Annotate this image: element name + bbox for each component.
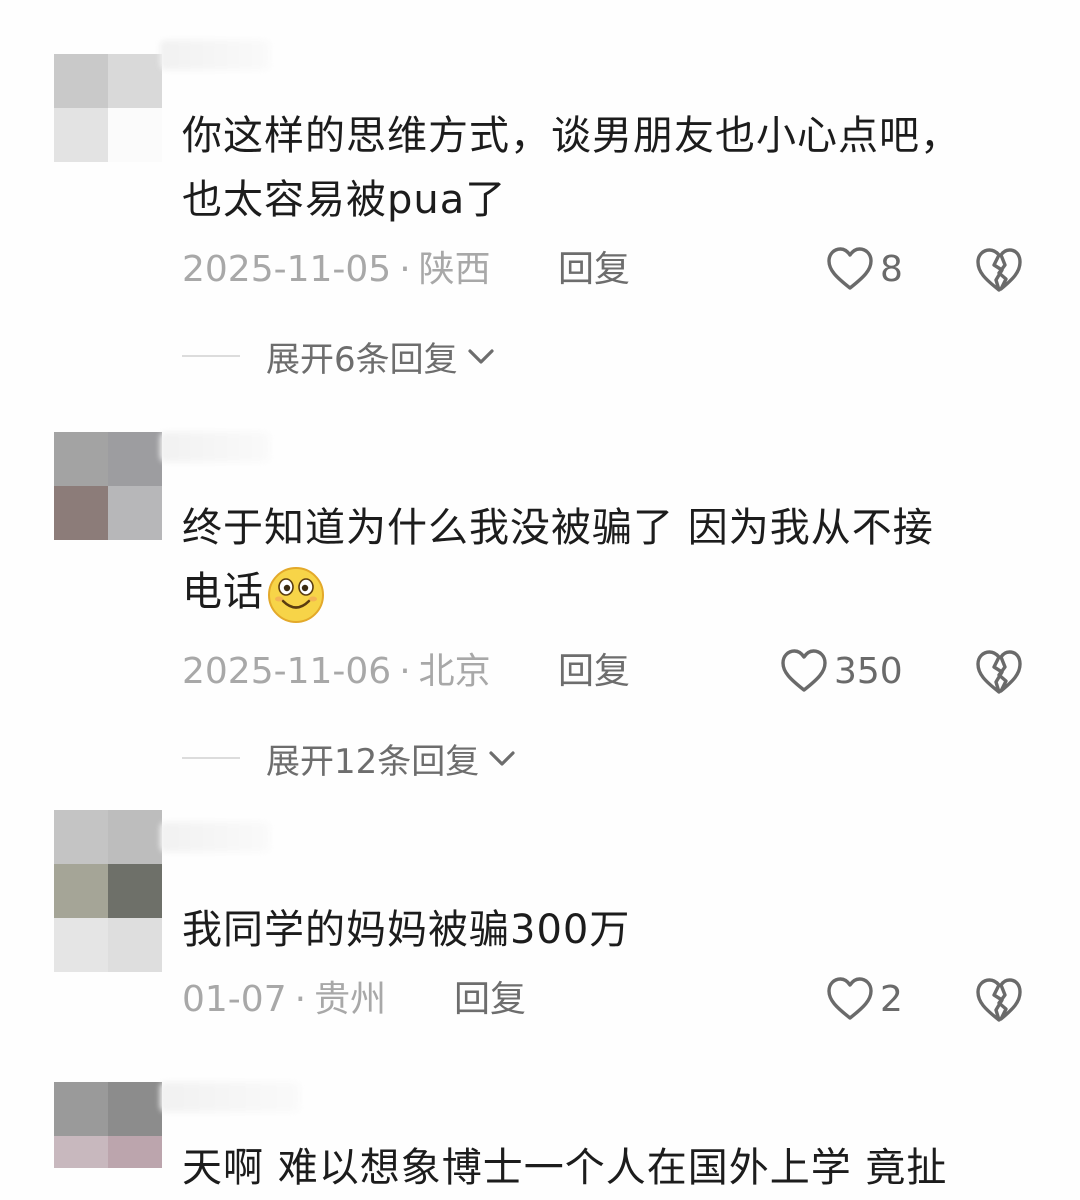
reply-button[interactable]: 回复 [558,650,630,694]
like-button[interactable]: 350 [780,648,903,694]
expand-replies[interactable]: 展开12条回复 [182,736,517,782]
chevron-down-icon [468,349,494,364]
divider-line [182,355,240,357]
avatar[interactable] [54,810,162,972]
like-count: 2 [880,978,903,1020]
dislike-button[interactable] [974,648,1024,700]
chevron-down-icon [489,751,515,766]
heart-outline-icon [827,977,873,1020]
comment-text: 你这样的思维方式，谈男朋友也小心点吧， 也太容易被pua了 [182,113,961,223]
comment-meta: 2025-11-06 · 北京 回复 [182,650,631,694]
username-blurred[interactable] [160,1082,300,1112]
like-button[interactable]: 2 [826,976,903,1022]
username-blurred[interactable] [160,40,270,70]
reply-button[interactable]: 回复 [558,248,630,292]
comment-location: 陕西 [418,249,491,290]
broken-heart-icon [976,650,1022,694]
divider-line [182,757,240,759]
avatar[interactable] [54,1082,162,1168]
avatar[interactable] [54,54,162,162]
heart-outline-icon [827,247,873,290]
comment-date: 2025-11-05 [182,249,392,290]
expand-label: 展开12条回复 [266,741,480,782]
comment-meta: 01-07 · 贵州 回复 [182,978,527,1022]
comment-text: 天啊 难以想象博士一个人在国外上学 竟扯 [182,1145,948,1191]
avatar[interactable] [54,432,162,540]
smile-emoji-icon [268,567,324,623]
like-button[interactable]: 8 [826,246,903,292]
comment-date: 2025-11-06 [182,651,392,692]
dislike-button[interactable] [974,976,1024,1028]
dislike-button[interactable] [974,246,1024,298]
broken-heart-icon [976,978,1022,1022]
comment-date: 01-07 [182,979,287,1020]
heart-outline-icon [781,649,827,692]
comment-text: 终于知道为什么我没被骗了 因为我从不接 电话 [182,496,1042,624]
comment-text: 我同学的妈妈被骗300万 [182,907,631,953]
expand-replies[interactable]: 展开6条回复 [182,334,496,380]
username-blurred[interactable] [160,822,270,852]
broken-heart-icon [976,248,1022,292]
like-count: 350 [834,650,903,692]
expand-label: 展开6条回复 [266,339,458,380]
comment-location: 北京 [418,651,491,692]
comment-location: 贵州 [314,979,387,1020]
reply-button[interactable]: 回复 [454,978,526,1022]
username-blurred[interactable] [160,432,270,462]
comment-meta: 2025-11-05 · 陕西 回复 [182,248,631,292]
like-count: 8 [880,248,903,290]
